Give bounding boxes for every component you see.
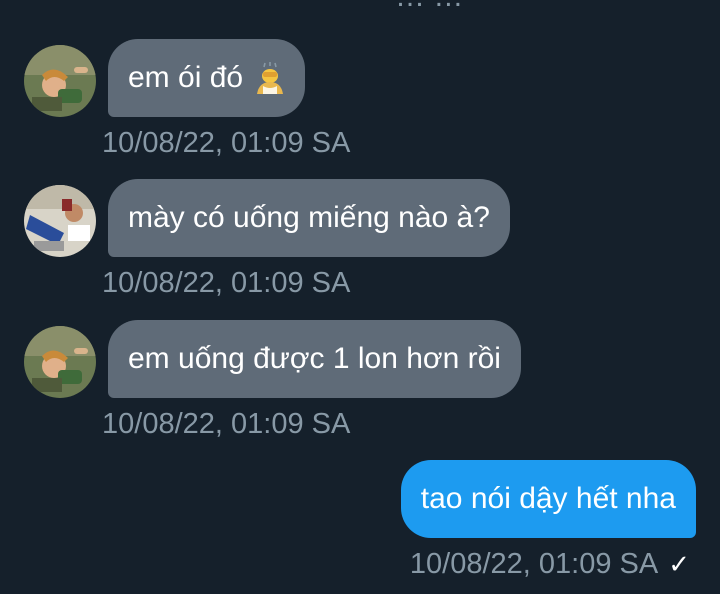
message-timestamp: 10/08/22, 01:09 SA xyxy=(102,408,351,440)
incoming-message-bubble[interactable]: em uống được 1 lon hơn rồi xyxy=(108,320,521,398)
person-bowing-emoji-icon xyxy=(255,62,285,94)
message-text: em uống được 1 lon hơn rồi xyxy=(128,342,501,375)
message-text: em ói đó xyxy=(128,61,244,94)
message-timestamp: 10/08/22, 01:09 SA ✓ xyxy=(410,548,690,581)
incoming-message-bubble[interactable]: mày có uống miếng nào à? xyxy=(108,179,510,257)
clipped-previous-timestamp: … … xyxy=(395,0,463,14)
message-text: tao nói dậy hết nha xyxy=(420,482,676,515)
avatar[interactable] xyxy=(24,326,96,398)
avatar[interactable] xyxy=(24,185,96,257)
outgoing-message-bubble[interactable]: tao nói dậy hết nha xyxy=(400,460,696,538)
message-timestamp: 10/08/22, 01:09 SA xyxy=(102,127,351,159)
incoming-message-bubble[interactable]: em ói đó xyxy=(108,39,306,117)
avatar[interactable] xyxy=(24,45,96,117)
message-text: mày có uống miếng nào à? xyxy=(128,201,490,234)
chat-thread: … … em ói đó 10/08/22, 01:09 SA xyxy=(0,0,720,594)
message-timestamp-text: 10/08/22, 01:09 SA xyxy=(409,548,659,580)
check-icon: ✓ xyxy=(668,549,690,579)
message-timestamp: 10/08/22, 01:09 SA xyxy=(102,267,351,299)
